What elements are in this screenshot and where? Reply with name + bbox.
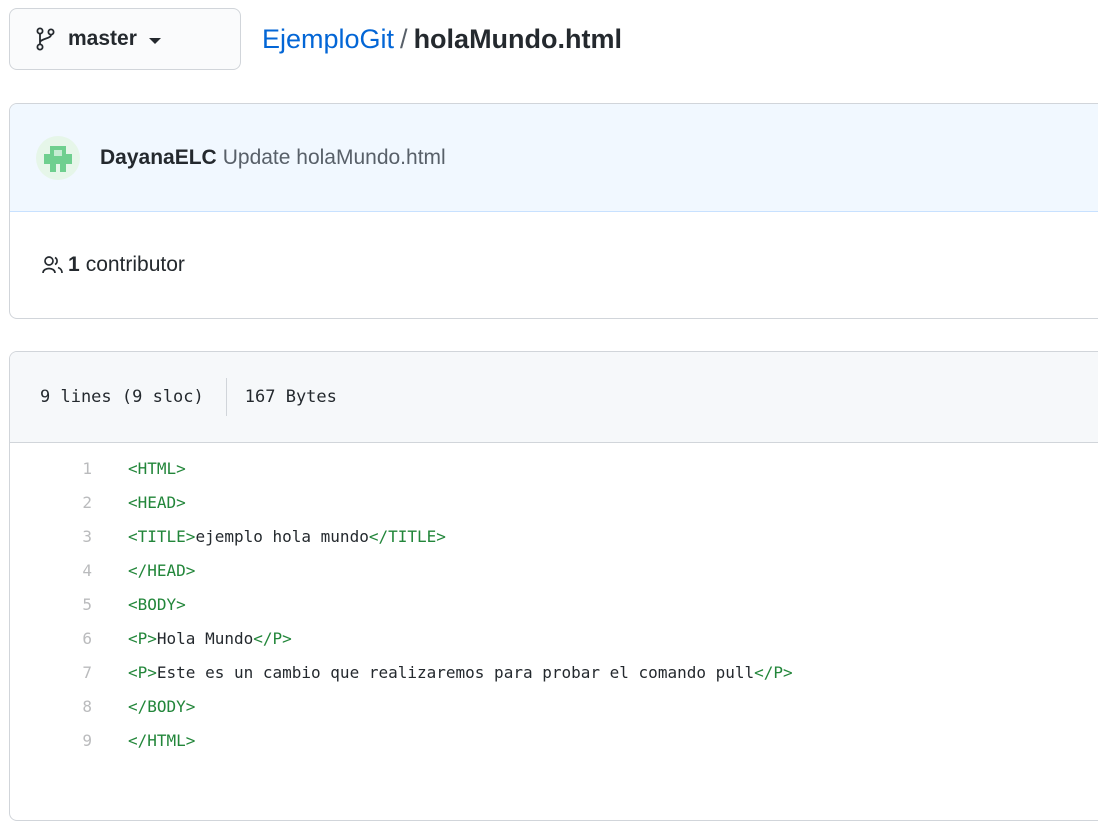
text-token: ejemplo hola mundo [195,526,369,546]
contributors-row: 1 contributor [10,212,1098,318]
commit-author-link[interactable]: DayanaELC [100,146,217,170]
line-source: <P>Este es un cambio que realizaremos pa… [92,663,793,682]
line-source: </BODY> [92,697,195,716]
code-line: 7 <P>Este es un cambio que realizaremos p… [10,655,1098,689]
branch-label: master [68,27,137,50]
html-tag-token: <BODY> [128,594,186,614]
text-token: Este es un cambio que realizaremos para … [156,662,755,682]
line-number[interactable]: 7 [10,663,92,682]
line-source: <BODY> [92,595,186,614]
html-tag-token: </BODY> [128,696,196,716]
code-listing: 1 <HTML> 2 <HEAD> 3 <TITLE>ejemplo hola mundo… [10,443,1098,757]
file-size: 167 Bytes [244,387,337,407]
caret-down-icon [148,38,161,44]
line-source: <HTML> [92,459,186,478]
branch-select-button[interactable]: master [9,8,241,70]
avatar[interactable] [36,135,80,180]
html-tag-token: </P> [253,628,292,648]
line-number[interactable]: 1 [10,459,92,478]
line-number[interactable]: 2 [10,493,92,512]
people-icon [42,256,63,274]
git-branch-icon [36,27,55,51]
html-tag-token: </HEAD> [128,560,196,580]
latest-commit-box: DayanaELC Update holaMundo.html 1 contri… [9,103,1098,319]
html-tag-token: <P> [128,628,157,648]
code-line: 1 <HTML> [10,451,1098,485]
code-line: 3 <TITLE>ejemplo hola mundo</TITLE> [10,519,1098,553]
commit-header: DayanaELC Update holaMundo.html [10,104,1098,212]
identicon-icon [44,145,72,172]
file-line-count: 9 lines (9 sloc) [40,387,204,407]
code-line: 8 </BODY> [10,689,1098,723]
html-tag-token: </P> [754,662,793,682]
contributor-label[interactable]: contributor [86,253,185,277]
line-source: <P>Hola Mundo</P> [92,629,292,648]
html-tag-token: <HEAD> [128,492,186,512]
code-line: 4 </HEAD> [10,553,1098,587]
html-tag-token: <HTML> [128,458,186,478]
line-number[interactable]: 5 [10,595,92,614]
line-source: <TITLE>ejemplo hola mundo</TITLE> [92,527,446,546]
code-line: 6 <P>Hola Mundo</P> [10,621,1098,655]
file-viewer: 9 lines (9 sloc) 167 Bytes 1 <HTML> 2 <HEAD… [9,351,1098,821]
breadcrumb: EjemploGit / holaMundo.html [262,22,622,56]
line-number[interactable]: 8 [10,697,92,716]
html-tag-token: <P> [128,662,157,682]
line-source: </HTML> [92,731,195,750]
code-line: 2 <HEAD> [10,485,1098,519]
line-number[interactable]: 3 [10,527,92,546]
file-info-divider [225,378,227,416]
code-line: 9 </HTML> [10,723,1098,757]
repo-link[interactable]: EjemploGit [262,24,394,54]
html-tag-token: <TITLE> [128,526,196,546]
line-number[interactable]: 6 [10,629,92,648]
code-line: 5 <BODY> [10,587,1098,621]
text-token: Hola Mundo [156,628,254,648]
line-source: </HEAD> [92,561,195,580]
line-number[interactable]: 4 [10,561,92,580]
html-tag-token: </HTML> [128,730,196,750]
line-number[interactable]: 9 [10,731,92,750]
file-name: holaMundo.html [413,24,623,54]
breadcrumb-separator: / [400,24,408,54]
html-tag-token: </TITLE> [368,526,446,546]
line-source: <HEAD> [92,493,186,512]
contributor-count[interactable]: 1 [68,253,80,277]
file-header: 9 lines (9 sloc) 167 Bytes [10,352,1098,443]
commit-message-link[interactable]: Update holaMundo.html [223,146,446,170]
